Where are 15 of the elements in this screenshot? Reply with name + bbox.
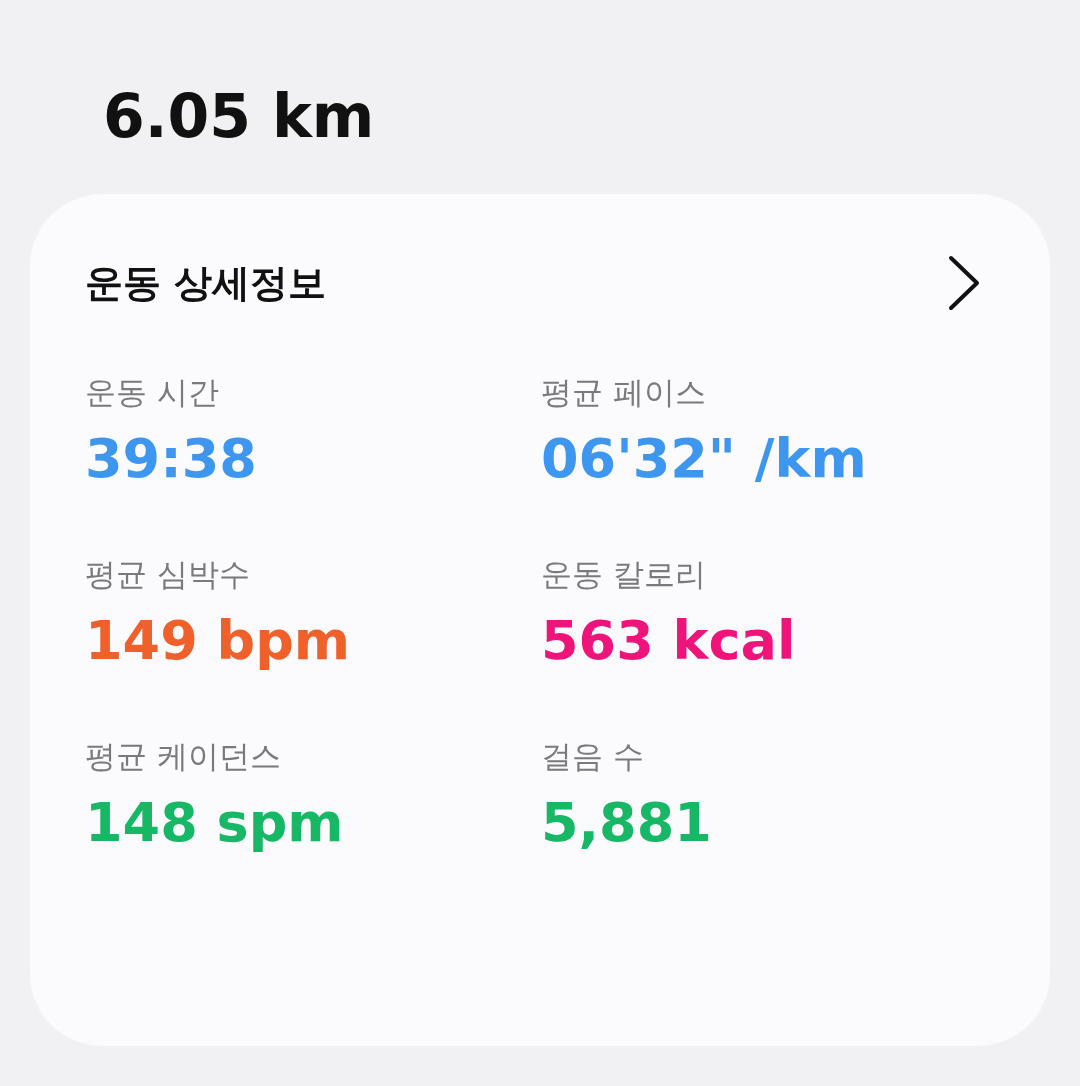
distance-value: 6.05 km	[103, 80, 375, 152]
stat-value: 5,881	[541, 790, 712, 856]
stat-label: 운동 시간	[85, 373, 219, 412]
stat-label: 평균 케이던스	[85, 737, 281, 776]
stat-value: 148 spm	[85, 790, 344, 856]
stat-value: 149 bpm	[85, 608, 351, 674]
stat-label: 운동 칼로리	[541, 555, 706, 594]
stat-label: 평균 페이스	[541, 373, 706, 412]
card-title: 운동 상세정보	[85, 259, 327, 307]
stat-label: 걸음 수	[541, 737, 644, 776]
stat-label: 평균 심박수	[85, 555, 250, 594]
chevron-right-icon[interactable]	[947, 254, 981, 312]
stat-value: 39:38	[85, 426, 257, 492]
stat-value: 06'32" /km	[541, 426, 867, 492]
stat-value: 563 kcal	[541, 608, 796, 674]
